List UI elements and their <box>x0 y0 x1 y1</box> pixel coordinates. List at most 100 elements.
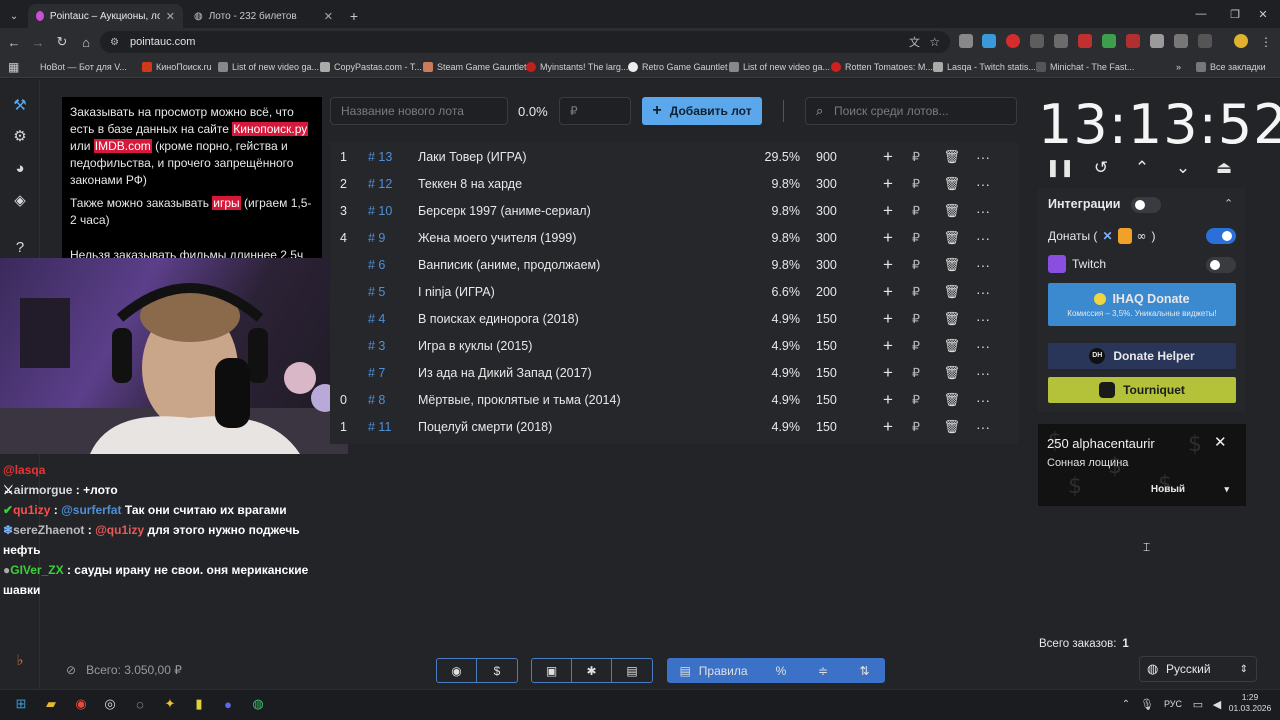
currency-icon[interactable]: ₽ <box>902 365 930 380</box>
lot-amount[interactable]: 300 <box>804 231 874 245</box>
currency-icon[interactable]: ₽ <box>902 176 930 191</box>
currency-icon[interactable]: ₽ <box>902 338 930 353</box>
lot-id[interactable]: # 8 <box>368 393 418 407</box>
file-explorer-icon[interactable]: ▰ <box>41 694 61 714</box>
lot-amount[interactable]: 300 <box>804 204 874 218</box>
bookmark-item[interactable]: HoBot — Бот для V... <box>40 56 127 78</box>
tab-pointauc[interactable]: Pointauc – Аукционы, лотерея ✕ <box>28 4 183 28</box>
donate-helper-button[interactable]: DH Donate Helper <box>1048 343 1236 369</box>
currency-icon[interactable]: ₽ <box>902 284 930 299</box>
extension-icon[interactable] <box>1126 34 1140 48</box>
all-bookmarks[interactable]: Все закладки <box>1196 56 1266 78</box>
gear-icon[interactable]: ⚙ <box>8 124 32 148</box>
lot-row[interactable]: # 3 Игра в куклы (2015) 4.9% 150 + ₽ 🗑 ··· <box>330 332 1018 359</box>
lot-name[interactable]: I ninja (ИГРА) <box>418 285 748 299</box>
trash-icon[interactable]: 🗑 <box>930 365 960 381</box>
collapse-chevron-icon[interactable]: ⌃ <box>1224 197 1233 210</box>
trash-icon[interactable]: 🗑 <box>930 203 960 219</box>
lot-row[interactable]: 3 # 10 Берсерк 1997 (аниме-сериал) 9.8% 300 +… <box>330 197 1018 224</box>
app-icon[interactable]: ◍ <box>248 694 268 714</box>
lot-name[interactable]: В поисках единорога (2018) <box>418 312 748 326</box>
status-select[interactable]: Новый ▾ <box>1103 480 1233 498</box>
new-lot-input[interactable]: Название нового лота <box>330 97 508 125</box>
eject-icon[interactable]: ⏏ <box>1210 156 1238 180</box>
lot-row[interactable]: 4 # 9 Жена моего учителя (1999) 9.8% 300 + ₽ 🗑 ·… <box>330 224 1018 251</box>
apps-grid-icon[interactable]: ▦ <box>8 56 19 78</box>
add-amount-icon[interactable]: + <box>874 282 902 302</box>
tourniquet-button[interactable]: Tourniquet <box>1048 377 1236 403</box>
lot-name[interactable]: Из ада на Дикий Запад (2017) <box>418 366 748 380</box>
extension-icon[interactable] <box>959 34 973 48</box>
eye-off-icon[interactable]: ⊘ <box>66 663 76 677</box>
extension-icon[interactable] <box>1030 34 1044 48</box>
bookmark-item[interactable]: Rotten Tomatoes: M... <box>831 56 933 78</box>
extension-icon[interactable] <box>982 34 996 48</box>
new-tab-button[interactable]: + <box>344 4 364 28</box>
obs-icon[interactable]: ◌ <box>130 694 150 714</box>
kinopoisk-link[interactable]: Кинопоиск.ру <box>232 122 309 136</box>
lot-id[interactable]: # 9 <box>368 231 418 245</box>
amount-input[interactable]: ₽ <box>559 97 631 125</box>
address-bar[interactable]: ⚙ pointauc.com 文 ☆ <box>100 31 950 53</box>
lot-amount[interactable]: 300 <box>804 258 874 272</box>
forward-icon[interactable]: → <box>28 32 48 52</box>
clear-lots-icon[interactable]: ▤ <box>612 658 653 683</box>
minimize-icon[interactable]: — <box>1184 0 1218 28</box>
lot-row[interactable]: # 4В поисках единорога (2018) 4.9% 150 + ₽ 🗑 ·… <box>330 305 1018 332</box>
chevron-up-icon[interactable]: ⌃ <box>1128 156 1156 180</box>
close-window-icon[interactable]: ✕ <box>1246 0 1280 28</box>
back-icon[interactable]: ← <box>4 32 24 52</box>
add-amount-icon[interactable]: + <box>874 390 902 410</box>
ihaq-donate-button[interactable]: IHAQ Donate Комиссия – 3,5%. Уникальные … <box>1048 283 1236 326</box>
more-icon[interactable]: ··· <box>960 392 990 408</box>
donations-toggle[interactable] <box>1206 228 1236 244</box>
lot-name[interactable]: Ванписик (аниме, продолжаем) <box>418 258 748 272</box>
extension-icon[interactable] <box>1150 34 1164 48</box>
bookmark-item[interactable]: List of new video ga... <box>218 56 319 78</box>
twitch-toggle[interactable] <box>1206 257 1236 273</box>
tray-chevron-icon[interactable]: ⌃ <box>1116 694 1136 714</box>
bookmark-item[interactable]: CopyPastas.com - T... <box>320 56 422 78</box>
trash-icon[interactable]: 🗑 <box>930 257 960 273</box>
lot-row[interactable]: 2 # 12 Теккен 8 на харде 9.8% 300 + ₽ 🗑 ··· <box>330 170 1018 197</box>
bookmark-item[interactable]: Lasqa - Twitch statis... <box>933 56 1036 78</box>
tab-list-button[interactable]: ⌄ <box>4 4 24 28</box>
lot-name[interactable]: Берсерк 1997 (аниме-сериал) <box>418 204 748 218</box>
language-select[interactable]: ◍ Русский ⇕ <box>1139 656 1257 682</box>
lot-name[interactable]: Игра в куклы (2015) <box>418 339 748 353</box>
lot-id[interactable]: # 12 <box>368 177 418 191</box>
lot-amount[interactable]: 200 <box>804 285 874 299</box>
more-icon[interactable]: ··· <box>960 311 990 327</box>
bookmark-item[interactable]: Steam Game Gauntlet <box>423 56 527 78</box>
extension-icon[interactable] <box>1078 34 1092 48</box>
extension-icon[interactable] <box>1102 34 1116 48</box>
app-icon[interactable]: ● <box>218 694 238 714</box>
trash-icon[interactable]: 🗑 <box>930 176 960 192</box>
currency-icon[interactable]: ₽ <box>902 419 930 434</box>
more-icon[interactable]: ··· <box>960 230 990 246</box>
app-icon[interactable]: ▮ <box>189 694 209 714</box>
lot-row[interactable]: 1 # 13 Лаки Товер (ИГРА) 29.5% 900 + ₽ 🗑 ··· <box>330 143 1018 170</box>
extension-icon[interactable] <box>1006 34 1020 48</box>
extension-icon[interactable] <box>1174 34 1188 48</box>
app-icon[interactable]: ✦ <box>160 694 180 714</box>
lot-id[interactable]: # 4 <box>368 312 418 326</box>
profile-avatar[interactable] <box>1234 34 1248 48</box>
keyboard-language[interactable]: РУС <box>1164 699 1182 709</box>
trash-icon[interactable]: 🗑 <box>930 230 960 246</box>
bookmark-item[interactable]: Retro Game Gauntlet <box>628 56 728 78</box>
trash-icon[interactable]: 🗑 <box>930 149 960 165</box>
lot-id[interactable]: # 11 <box>368 420 418 434</box>
bookmark-item[interactable]: Myinstants! The larg... <box>526 56 628 78</box>
more-icon[interactable]: ··· <box>960 365 990 381</box>
bookmark-item[interactable]: List of new video ga... <box>729 56 830 78</box>
save-icon[interactable]: ▣ <box>531 658 572 683</box>
help-icon[interactable]: ? <box>8 235 32 259</box>
bookmark-item[interactable]: Minichat - The Fast... <box>1036 56 1134 78</box>
more-icon[interactable]: ··· <box>960 257 990 273</box>
rules-button[interactable]: ▤ Правила <box>667 658 760 683</box>
lot-id[interactable]: # 13 <box>368 150 418 164</box>
lot-id[interactable]: # 10 <box>368 204 418 218</box>
add-amount-icon[interactable]: + <box>874 417 902 437</box>
add-amount-icon[interactable]: + <box>874 228 902 248</box>
